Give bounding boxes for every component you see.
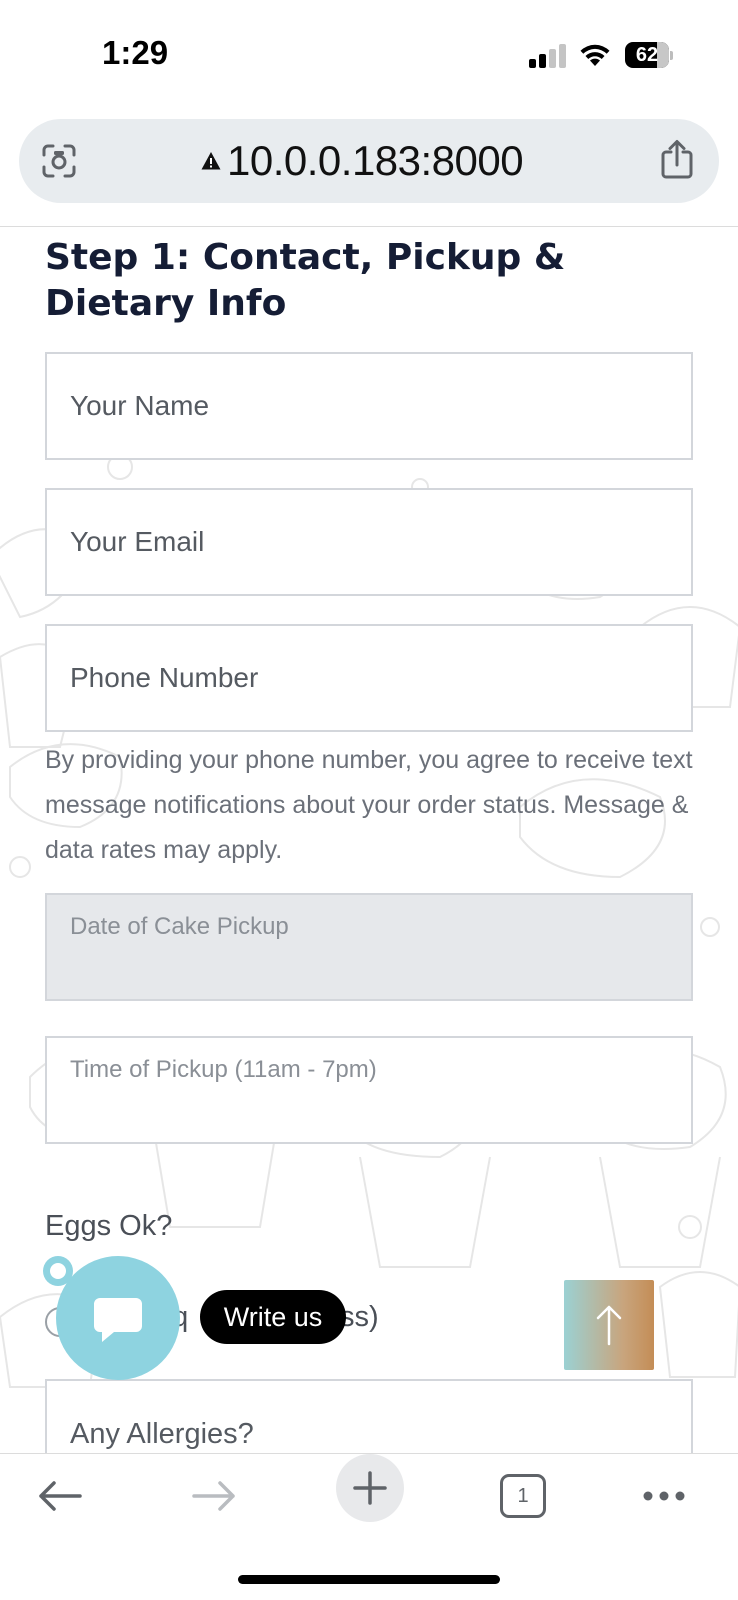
forward-arrow-icon[interactable] xyxy=(190,1476,238,1516)
tab-switcher-button[interactable]: 1 xyxy=(500,1474,546,1518)
arrow-up-icon xyxy=(596,1305,622,1346)
battery-icon: 62 xyxy=(625,42,673,68)
more-options-icon[interactable] xyxy=(642,1490,686,1502)
new-tab-button[interactable] xyxy=(336,1454,404,1522)
pickup-time-placeholder: Time of Pickup (11am - 7pm) xyxy=(70,1056,377,1083)
pickup-date-placeholder: Date of Cake Pickup xyxy=(70,913,289,940)
back-arrow-icon[interactable] xyxy=(36,1476,84,1516)
write-us-label[interactable]: Write us xyxy=(200,1290,346,1344)
allergies-field[interactable] xyxy=(45,1379,693,1453)
email-input[interactable] xyxy=(47,490,691,594)
step-title: Step 1: Contact, Pickup & Dietary Info xyxy=(45,237,566,324)
name-input[interactable] xyxy=(47,354,691,458)
cellular-signal-icon xyxy=(529,44,567,68)
plus-icon xyxy=(353,1471,387,1505)
battery-level: 62 xyxy=(635,44,659,66)
eggs-question-label: Eggs Ok? xyxy=(45,1210,173,1242)
scroll-to-top-button[interactable] xyxy=(564,1280,654,1370)
phone-input[interactable] xyxy=(47,626,691,730)
share-icon[interactable] xyxy=(659,139,695,179)
url-text[interactable]: 10.0.0.183:8000 xyxy=(227,137,524,185)
pickup-time-field[interactable]: Time of Pickup (11am - 7pm) xyxy=(45,1036,693,1144)
home-indicator[interactable] xyxy=(238,1575,500,1584)
sms-consent-text: By providing your phone number, you agre… xyxy=(45,746,693,864)
chat-widget-button[interactable] xyxy=(56,1256,180,1380)
status-time: 1:29 xyxy=(102,34,169,71)
phone-field[interactable] xyxy=(45,624,693,732)
allergies-input[interactable] xyxy=(47,1381,691,1453)
not-secure-warning-icon xyxy=(201,152,221,170)
status-bar: 1:29 62 xyxy=(0,0,738,110)
chat-bubble-icon xyxy=(94,1298,142,1342)
pickup-date-field[interactable]: Date of Cake Pickup xyxy=(45,893,693,1001)
email-field[interactable] xyxy=(45,488,693,596)
name-field[interactable] xyxy=(45,352,693,460)
page-scan-icon[interactable] xyxy=(41,143,77,179)
wifi-icon xyxy=(580,44,610,66)
address-bar[interactable]: 10.0.0.183:8000 xyxy=(19,119,719,203)
